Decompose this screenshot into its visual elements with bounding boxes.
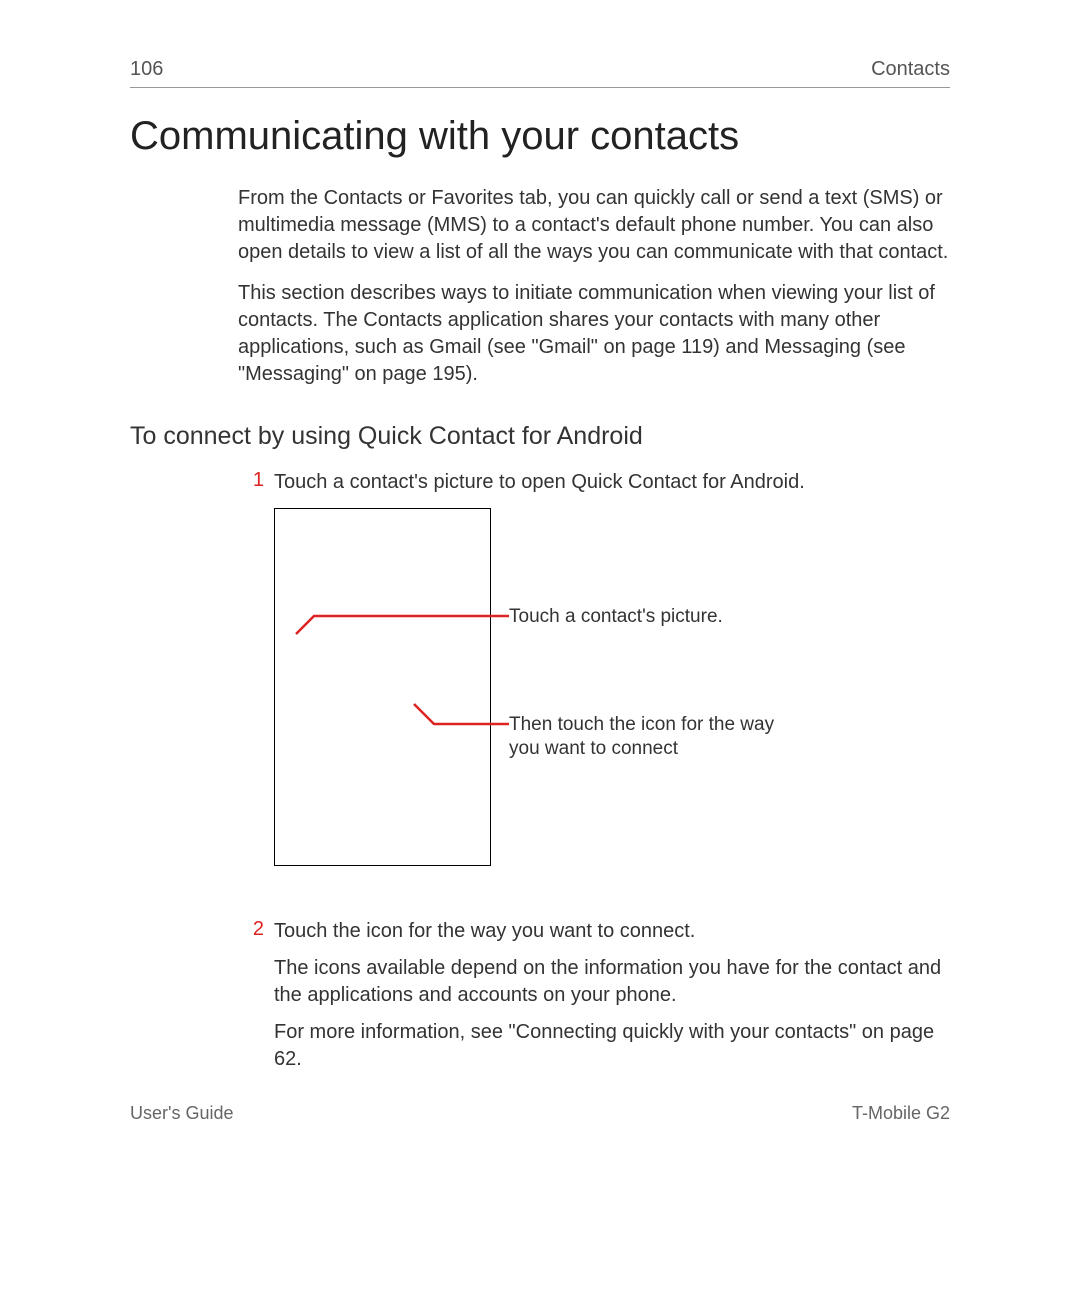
footer-left: User's Guide — [130, 1103, 233, 1124]
callout-1: Touch a contact's picture. — [509, 605, 723, 629]
intro-para-2: This section describes ways to initiate … — [238, 280, 950, 388]
intro-block: From the Contacts or Favorites tab, you … — [238, 185, 950, 388]
phone-outline — [274, 508, 491, 866]
page-number: 106 — [130, 58, 163, 81]
step-2-text-2: The icons available depend on the inform… — [274, 955, 950, 1009]
step-number: 1 — [238, 469, 274, 492]
intro-para-1: From the Contacts or Favorites tab, you … — [238, 185, 950, 266]
steps-list: 1 Touch a contact's picture to open Quic… — [238, 469, 950, 1083]
callout-2: Then touch the icon for the way you want… — [509, 713, 805, 761]
page-header: 106 Contacts — [130, 58, 950, 87]
step-number: 2 — [238, 918, 274, 941]
step-2-text-3: For more information, see "Connecting qu… — [274, 1019, 950, 1073]
step-2-text-1: Touch the icon for the way you want to c… — [274, 918, 950, 945]
step-1: 1 Touch a contact's picture to open Quic… — [238, 469, 950, 908]
footer-right: T-Mobile G2 — [852, 1103, 950, 1124]
header-rule — [130, 87, 950, 88]
subheading: To connect by using Quick Contact for An… — [130, 422, 950, 451]
step-2: 2 Touch the icon for the way you want to… — [238, 918, 950, 1083]
step-1-text: Touch a contact's picture to open Quick … — [274, 469, 805, 496]
page-footer: User's Guide T-Mobile G2 — [130, 1103, 950, 1124]
page: 106 Contacts Communicating with your con… — [0, 0, 1080, 1296]
section-name: Contacts — [871, 58, 950, 81]
page-title: Communicating with your contacts — [130, 114, 950, 159]
figure: Touch a contact's picture. Then touch th… — [274, 508, 805, 888]
